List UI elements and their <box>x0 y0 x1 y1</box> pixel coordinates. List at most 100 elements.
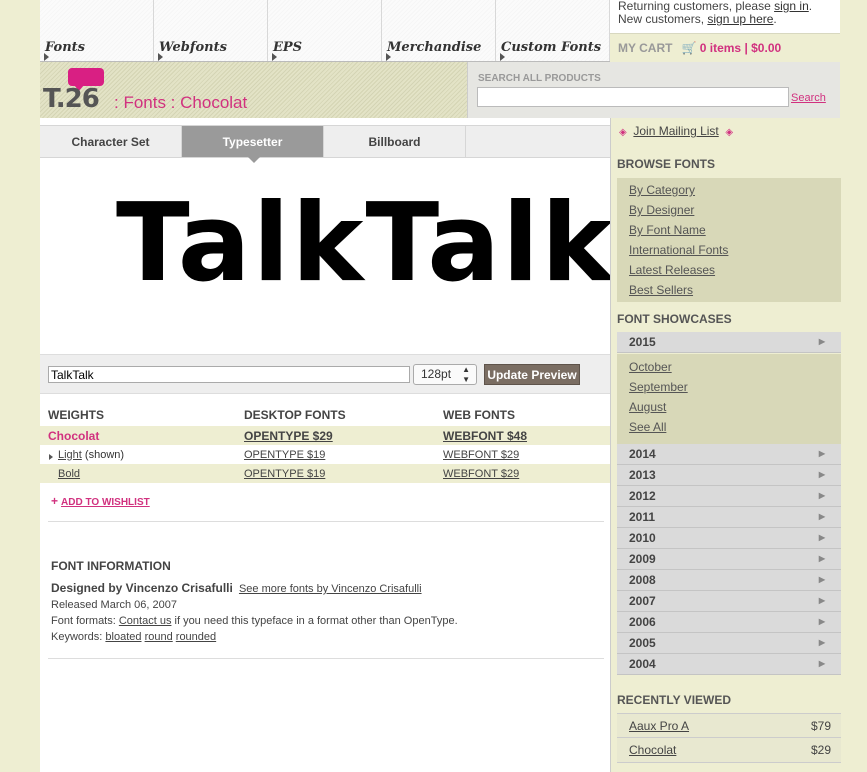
showcase-see-all-link[interactable]: See All <box>617 417 841 437</box>
search-button[interactable]: Search <box>791 92 826 104</box>
punctuation: . <box>808 0 813 13</box>
chevron-right-icon: ▶ <box>818 638 825 647</box>
browse-by-category[interactable]: By Category <box>617 180 841 200</box>
type-preview: TalkTalk <box>40 178 613 358</box>
desktop-price-link[interactable]: OPENTYPE $19 <box>244 449 325 461</box>
more-fonts-link[interactable]: See more fonts by Vincenzo Crisafulli <box>239 583 422 595</box>
family-web-link[interactable]: WEBFONT $48 <box>443 429 527 443</box>
nav-tab-label: Webfonts <box>159 40 227 55</box>
year-row[interactable]: 2014 ▶ <box>617 444 841 465</box>
sign-in-link[interactable]: sign in <box>774 0 809 13</box>
plus-icon: + <box>51 494 59 508</box>
nav-tab-webfonts[interactable]: Webfonts <box>154 0 268 61</box>
tab-billboard[interactable]: Billboard <box>324 126 466 157</box>
showcase-month-link[interactable]: October <box>617 357 841 377</box>
preview-controls: 128pt ▲▼ Update Preview <box>40 354 610 394</box>
contact-link[interactable]: Contact us <box>119 615 172 627</box>
web-price-link[interactable]: WEBFONT $29 <box>443 468 519 480</box>
divider <box>48 521 604 522</box>
preview-text: TalkTalk <box>116 181 615 306</box>
weight-note: (shown) <box>81 448 125 461</box>
triangle-right-icon <box>49 453 53 460</box>
browse-international[interactable]: International Fonts <box>617 240 841 260</box>
search-label: SEARCH ALL PRODUCTS <box>478 73 601 84</box>
year-row[interactable]: 2013 ▶ <box>617 465 841 486</box>
tab-character-set[interactable]: Character Set <box>40 126 182 157</box>
showcase-month-link[interactable]: September <box>617 377 841 397</box>
search-panel: SEARCH ALL PRODUCTS Search <box>467 62 840 118</box>
year-row[interactable]: 2009 ▶ <box>617 549 841 570</box>
cart-label: MY CART <box>618 41 673 55</box>
nav-tab-custom-fonts[interactable]: Custom Fonts <box>496 0 610 61</box>
update-preview-button[interactable]: Update Preview <box>484 364 580 385</box>
recent-item[interactable]: Chocolat $29 <box>617 738 841 763</box>
sign-up-link[interactable]: sign up here <box>707 12 773 26</box>
add-to-wishlist[interactable]: + ADD TO WISHLIST <box>51 494 150 508</box>
browse-by-designer[interactable]: By Designer <box>617 200 841 220</box>
recent-item[interactable]: Aaux Pro A $79 <box>617 713 841 738</box>
year-row[interactable]: 2012 ▶ <box>617 486 841 507</box>
nav-tab-label: Merchandise <box>387 40 482 55</box>
nav-tab-label: Fonts <box>45 40 85 55</box>
chevron-right-icon: ▶ <box>818 512 825 521</box>
year-label: 2015 <box>629 335 656 349</box>
year-row[interactable]: 2005 ▶ <box>617 633 841 654</box>
chevron-right-icon: ▶ <box>818 491 825 500</box>
desktop-price-link[interactable]: OPENTYPE $19 <box>244 468 325 480</box>
year-label: 2012 <box>629 489 656 503</box>
year-row[interactable]: 2010 ▶ <box>617 528 841 549</box>
weight-name-link[interactable]: Light <box>58 449 82 461</box>
release-date: Released March 06, 2007 <box>51 599 177 611</box>
formats-suffix: if you need this typeface in a format ot… <box>171 615 458 627</box>
web-price-link[interactable]: WEBFONT $29 <box>443 449 519 461</box>
year-row[interactable]: 2006 ▶ <box>617 612 841 633</box>
breadcrumb: : Fonts : Chocolat <box>114 93 248 112</box>
triangle-icon <box>44 53 49 61</box>
recent-heading: RECENTLY VIEWED <box>617 693 732 707</box>
size-select[interactable]: 128pt ▲ ▼ <box>413 364 477 385</box>
account-links: Returning customers, please sign in. New… <box>610 0 840 33</box>
table-row: Bold OPENTYPE $19 WEBFONT $29 <box>40 464 610 483</box>
triangle-icon <box>158 53 163 61</box>
chevron-right-icon: ▶ <box>818 533 825 542</box>
designer-text: Designed by Vincenzo Crisafulli <box>51 581 233 595</box>
browse-by-font-name[interactable]: By Font Name <box>617 220 841 240</box>
year-2015[interactable]: 2015 ▶ <box>617 332 841 353</box>
year-row[interactable]: 2008 ▶ <box>617 570 841 591</box>
year-label: 2007 <box>629 594 656 608</box>
nav-tab-fonts[interactable]: Fonts <box>40 0 154 61</box>
my-cart[interactable]: MY CART 🛒 0 items | $0.00 <box>610 33 840 62</box>
col-web: WEB FONTS <box>443 408 515 422</box>
chevron-right-icon: ▶ <box>818 337 825 346</box>
mailing-list[interactable]: ◈ Join Mailing List ◈ <box>619 124 733 138</box>
triangle-icon <box>500 53 505 61</box>
col-desktop: DESKTOP FONTS <box>244 408 346 422</box>
family-desktop-link[interactable]: OPENTYPE $29 <box>244 429 333 443</box>
year-label: 2006 <box>629 615 656 629</box>
year-label: 2010 <box>629 531 656 545</box>
nav-tab-eps[interactable]: EPS <box>268 0 382 61</box>
year-label: 2011 <box>629 510 656 524</box>
year-label: 2004 <box>629 657 656 671</box>
diamond-right-icon: ◈ <box>725 127 734 138</box>
showcase-month-link[interactable]: August <box>617 397 841 417</box>
size-value: 128pt <box>421 367 452 381</box>
browse-best-sellers[interactable]: Best Sellers <box>617 280 841 300</box>
nav-tab-merchandise[interactable]: Merchandise <box>382 0 496 61</box>
chevron-right-icon: ▶ <box>818 659 825 668</box>
search-input[interactable] <box>477 87 789 107</box>
year-row[interactable]: 2007 ▶ <box>617 591 841 612</box>
keyword-link[interactable]: rounded <box>176 631 216 643</box>
site-logo[interactable]: T.26 <box>43 84 100 114</box>
weight-name-link[interactable]: Bold <box>58 468 80 480</box>
keyword-link[interactable]: bloated <box>105 631 141 643</box>
browse-list: By Category By Designer By Font Name Int… <box>617 178 841 302</box>
year-row[interactable]: 2004 ▶ <box>617 654 841 675</box>
year-row[interactable]: 2011 ▶ <box>617 507 841 528</box>
recent-item-price: $79 <box>810 719 831 733</box>
keyword-link[interactable]: round <box>145 631 173 643</box>
preview-text-input[interactable] <box>48 366 410 383</box>
browse-latest-releases[interactable]: Latest Releases <box>617 260 841 280</box>
diamond-left-icon: ◈ <box>619 127 627 138</box>
tab-typesetter[interactable]: Typesetter <box>182 126 324 163</box>
